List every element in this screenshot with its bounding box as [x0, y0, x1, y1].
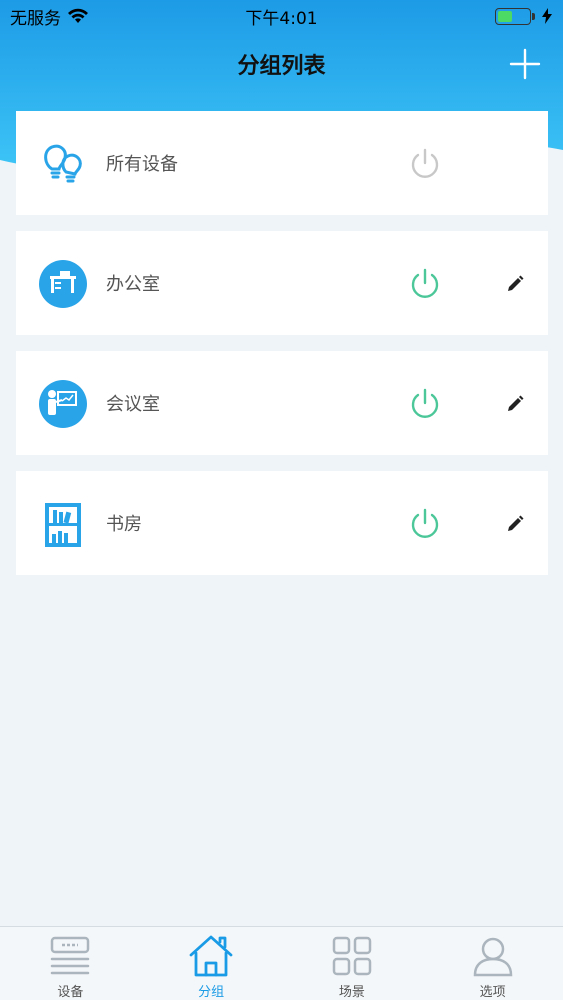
tab-label: 分组 [198, 985, 225, 1000]
wifi-icon [68, 8, 88, 23]
group-label: 所有设备 [106, 154, 178, 175]
group-card-office[interactable]: 办公室 [16, 231, 548, 335]
carrier-text: 无服务 [10, 8, 61, 29]
tab-label: 选项 [479, 985, 506, 1000]
edit-pencil-icon[interactable] [505, 274, 525, 294]
edit-pencil-icon[interactable] [505, 514, 525, 534]
charging-bolt-icon [542, 8, 552, 24]
power-icon[interactable] [408, 387, 442, 421]
tab-options[interactable]: 选项 [422, 927, 563, 1000]
group-card-all-devices[interactable]: 所有设备 [16, 111, 548, 215]
tab-label: 设备 [57, 985, 84, 1000]
tab-label: 场景 [338, 985, 365, 1000]
group-card-meeting-room[interactable]: 会议室 [16, 351, 548, 455]
power-icon[interactable] [408, 267, 442, 301]
user-icon [473, 937, 512, 977]
tab-bar: 设备 分组 场景 选项 [0, 926, 563, 1000]
power-icon[interactable] [408, 147, 442, 181]
edit-pencil-icon[interactable] [505, 394, 525, 414]
meeting-presenter-icon [39, 380, 87, 428]
status-bar: 无服务 下午4:01 [0, 0, 563, 32]
battery-icon [495, 7, 535, 25]
scene-grid-icon [332, 936, 372, 976]
group-label: 会议室 [106, 394, 160, 415]
home-icon [189, 935, 233, 977]
navigation-bar: 分组列表 [0, 38, 563, 90]
power-icon[interactable] [408, 507, 442, 541]
tab-scenes[interactable]: 场景 [282, 927, 423, 1000]
group-label: 书房 [106, 514, 142, 535]
group-label: 办公室 [106, 274, 160, 295]
tab-devices[interactable]: 设备 [0, 927, 141, 1000]
page-title: 分组列表 [237, 54, 326, 79]
tab-groups[interactable]: 分组 [141, 927, 282, 1000]
plus-icon[interactable] [507, 46, 543, 82]
group-list: 所有设备 办公室 会议室 书房 [16, 111, 548, 591]
light-bulbs-icon [44, 144, 82, 183]
device-icon [51, 936, 90, 975]
office-desk-icon [39, 260, 87, 308]
bookshelf-icon [45, 503, 81, 547]
group-card-study[interactable]: 书房 [16, 471, 548, 575]
